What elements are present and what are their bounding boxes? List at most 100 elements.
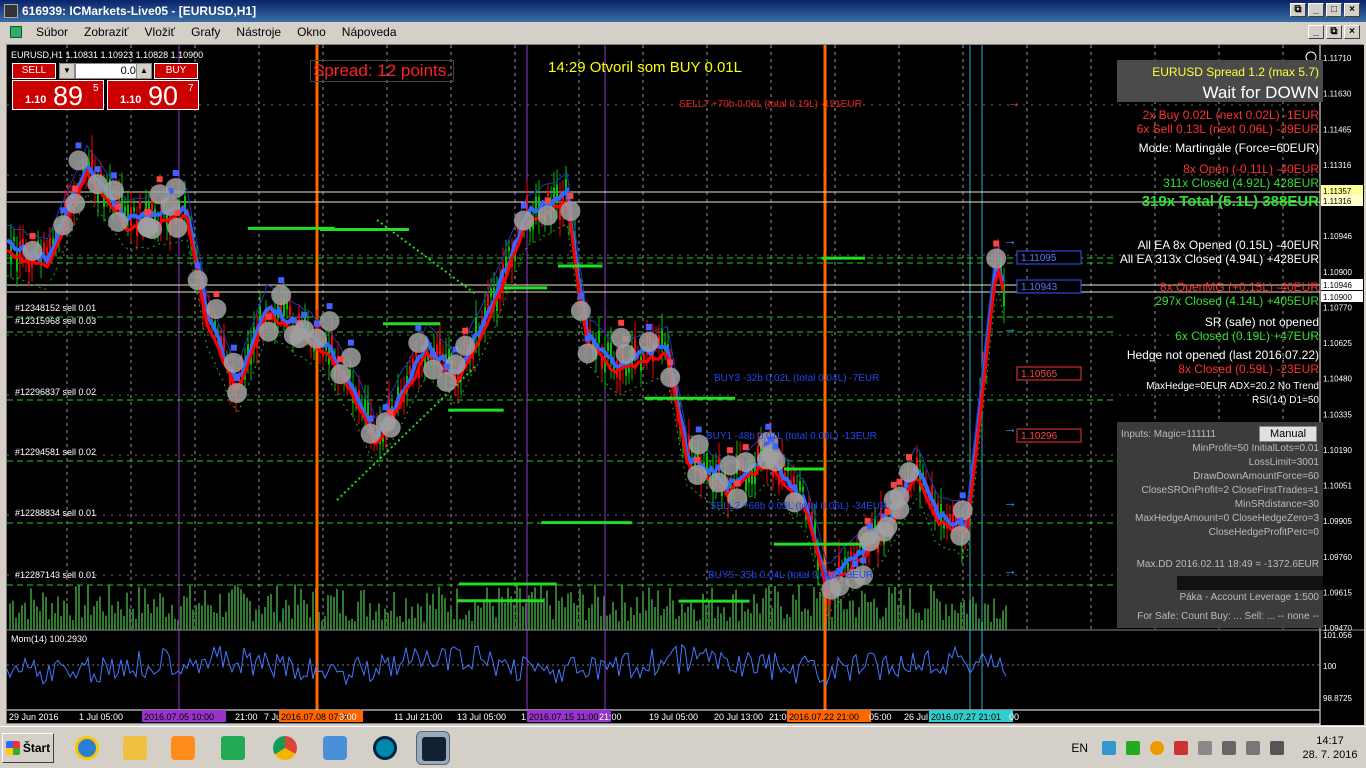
close-icon[interactable]: × (1344, 3, 1360, 17)
metatrader-icon (4, 4, 18, 18)
start-button[interactable]: Štart (2, 733, 54, 763)
menu-file[interactable]: Súbor (28, 25, 76, 39)
flag-icon[interactable] (1198, 741, 1212, 755)
trade-arrow (462, 327, 469, 334)
sell-button[interactable]: SELL (12, 63, 56, 79)
menu-view[interactable]: Zobraziť (76, 25, 137, 39)
alert-icon[interactable] (1174, 741, 1188, 755)
volume-bars (9, 584, 1007, 630)
buy-button[interactable]: BUY (154, 63, 198, 79)
volume-bar (378, 603, 380, 630)
icmarkets-icon (422, 737, 446, 761)
momentum-label: Mom(14) 100.2930 (11, 634, 87, 644)
info-maxdd: Max.DD 2016.02.11 18:49 = -1372.6EUR (1136, 559, 1319, 570)
menu-help[interactable]: Nápoveda (334, 25, 405, 39)
control-app[interactable] (318, 731, 352, 765)
volume-bar (39, 611, 41, 630)
volume-bar (450, 608, 452, 630)
volume-bar (957, 612, 959, 630)
manual-button[interactable]: Manual (1259, 426, 1317, 442)
chart-close-icon[interactable]: × (1344, 25, 1360, 39)
buy-price-prefix: 1.10 (120, 94, 142, 106)
info-total: 319x Total (5.1L) 388EUR (1141, 193, 1319, 210)
restore-icon[interactable]: ⧉ (1290, 3, 1306, 17)
time-tick: 2016.07.15 11:00 (529, 712, 598, 722)
menu-tools[interactable]: Nástroje (228, 25, 289, 39)
minimize-icon[interactable]: _ (1308, 3, 1324, 17)
volume-bar (309, 617, 311, 630)
trade-circle (330, 364, 351, 385)
volume-bar (993, 598, 995, 630)
green-square-icon[interactable] (1126, 741, 1140, 755)
volume-bar (798, 585, 800, 630)
explorer-app[interactable] (118, 731, 152, 765)
volume-bar (141, 612, 143, 630)
candle-body (640, 356, 642, 372)
volume-bar (45, 597, 47, 630)
menu-insert[interactable]: Vložiť (137, 25, 184, 39)
volume-bar (768, 585, 770, 630)
order-label: #12296837 sell 0.02 (15, 387, 96, 397)
trade-arrow (618, 319, 625, 326)
signal-icon[interactable] (1246, 741, 1260, 755)
volume-bar (576, 605, 578, 630)
volume-bar (642, 593, 644, 630)
volume-bar (303, 599, 305, 630)
lot-down-icon[interactable]: ▼ (59, 63, 75, 79)
trade-arrow (866, 523, 873, 530)
volume-bar (591, 604, 593, 630)
ie-app[interactable] (70, 731, 104, 765)
terminal-app[interactable] (216, 731, 250, 765)
volume-bar (975, 603, 977, 630)
mt4-app[interactable] (416, 731, 450, 765)
volume-icon[interactable] (1270, 741, 1284, 755)
menu-window[interactable]: Okno (289, 25, 334, 39)
info-closed297: 297x Closed (4.14L) +405EUR (1155, 294, 1319, 308)
volume-bar (507, 587, 509, 630)
sell-price-pip: 5 (93, 83, 99, 94)
buy3-label: BUY3 -32b 0.02L (total 0.04L) -7EUR (714, 373, 880, 384)
volume-bar (339, 613, 341, 630)
volume-bar (903, 605, 905, 630)
orange-circle-icon[interactable] (1150, 741, 1164, 755)
volume-bar (336, 588, 338, 630)
trade-arrow (645, 324, 652, 331)
info-status: Wait for DOWN (1202, 83, 1319, 102)
chart-minimize-icon[interactable]: _ (1308, 25, 1324, 39)
trade-arrow (667, 359, 674, 366)
clock[interactable]: 14:17 28. 7. 2016 (1294, 734, 1366, 762)
volume-bar (111, 605, 113, 630)
order-tag: 1.11095 (1016, 250, 1082, 265)
volume-bar (978, 618, 980, 630)
volume-bar (384, 608, 386, 630)
volume-bar (105, 615, 107, 630)
info-closed6: 6x Closed (0.19L) +47EUR (1175, 329, 1319, 343)
sell-price[interactable]: 1.10 89 5 (12, 80, 104, 111)
network-icon[interactable] (1102, 741, 1116, 755)
trade-circle (65, 193, 86, 214)
volume-bar (594, 584, 596, 630)
buy-price[interactable]: 1.10 90 7 (107, 80, 199, 111)
volume-bar (540, 584, 542, 630)
chart-restore-icon[interactable]: ⧉ (1326, 25, 1342, 39)
volume-bar (408, 618, 410, 630)
volume-bar (360, 590, 362, 630)
volume-bar (543, 597, 545, 630)
browser-app[interactable] (368, 731, 402, 765)
volume-bar (945, 604, 947, 630)
usb-icon[interactable] (1222, 741, 1236, 755)
chrome-app[interactable] (268, 731, 302, 765)
volume-bar (57, 596, 59, 630)
maximize-icon[interactable]: □ (1326, 3, 1342, 17)
volume-bar (585, 620, 587, 630)
menu-charts[interactable]: Grafy (183, 25, 228, 39)
volume-bar (186, 597, 188, 630)
volume-bar (735, 589, 737, 630)
volume-bar (129, 608, 131, 630)
language-indicator[interactable]: EN (1071, 741, 1088, 755)
price-tick: 1.10770 (1323, 303, 1352, 312)
lot-up-icon[interactable]: ▲ (136, 63, 152, 79)
media-app[interactable] (166, 731, 200, 765)
volume-bar (636, 597, 638, 630)
volume-bar (261, 613, 263, 630)
